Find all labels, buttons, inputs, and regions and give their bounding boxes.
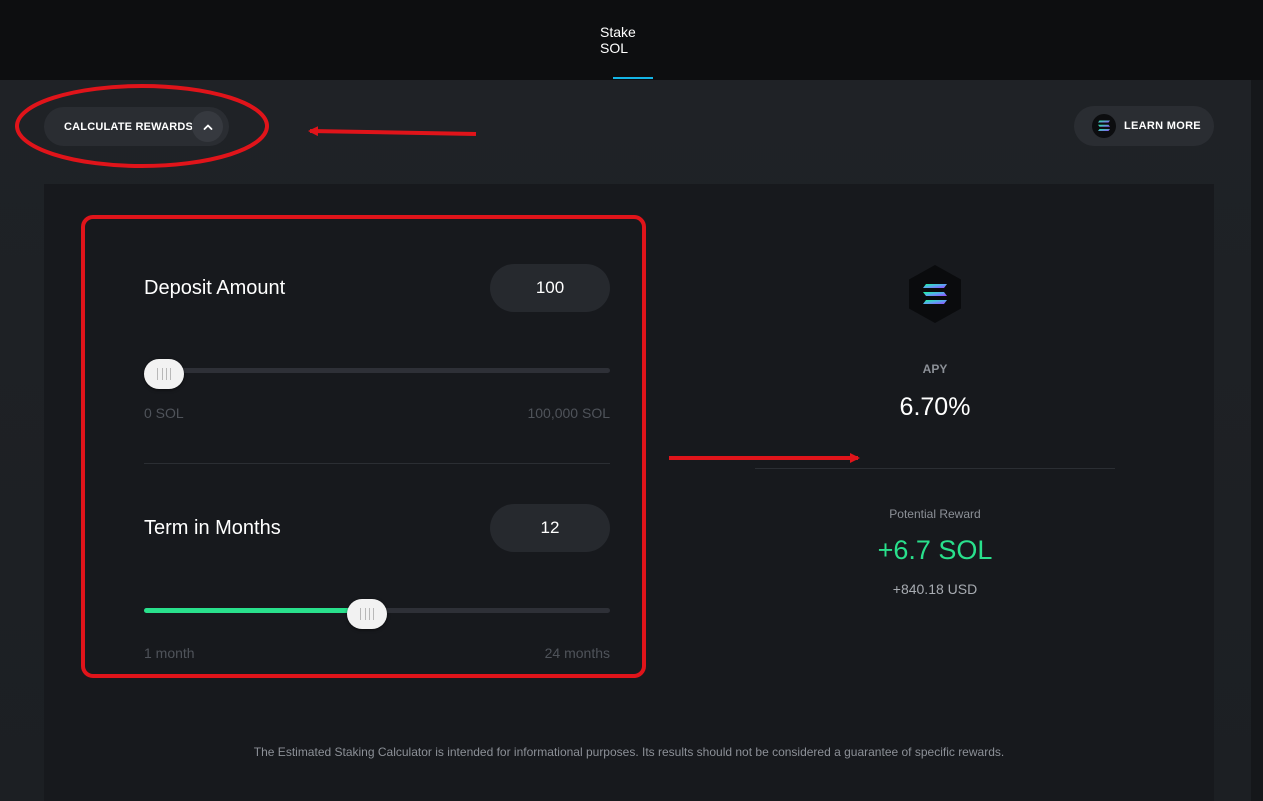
deposit-max-label: 100,000 SOL [527,405,610,421]
term-min-label: 1 month [144,645,195,661]
potential-reward-usd: +840.18 USD [892,581,978,597]
deposit-slider-track[interactable] [144,368,610,373]
results-divider [755,468,1115,469]
chevron-up-icon[interactable] [192,111,223,142]
deposit-amount-label: Deposit Amount [144,277,286,299]
term-max-label: 24 months [544,645,610,661]
deposit-min-label: 0 SOL [144,405,184,421]
apy-value: 6.70% [899,393,971,421]
disclaimer-text: The Estimated Staking Calculator is inte… [253,745,1005,759]
solana-logo-icon [1092,114,1116,138]
top-nav-bar: Stake SOL [0,0,1263,80]
potential-reward-sol: +6.7 SOL [877,535,993,565]
term-slider-handle[interactable] [346,599,387,629]
calculate-rewards-label: CALCULATE REWARDS [64,120,194,133]
apy-label: APY [922,362,948,376]
learn-more-button[interactable]: LEARN MORE [1074,106,1214,146]
calculate-rewards-button[interactable]: CALCULATE REWARDS [44,107,229,146]
section-divider [144,463,610,464]
potential-reward-label: Potential Reward [889,507,981,521]
deposit-slider-handle[interactable] [144,359,184,389]
term-months-label: Term in Months [144,517,281,539]
learn-more-label: LEARN MORE [1124,120,1201,132]
scrollbar-track[interactable] [1251,80,1263,801]
solana-hex-logo [905,264,965,324]
active-tab-indicator [613,77,653,79]
term-months-input[interactable]: 12 [490,504,610,552]
deposit-amount-input[interactable]: 100 [490,264,610,312]
term-slider-fill [144,608,367,613]
tab-stake-sol[interactable]: Stake SOL [600,0,666,80]
